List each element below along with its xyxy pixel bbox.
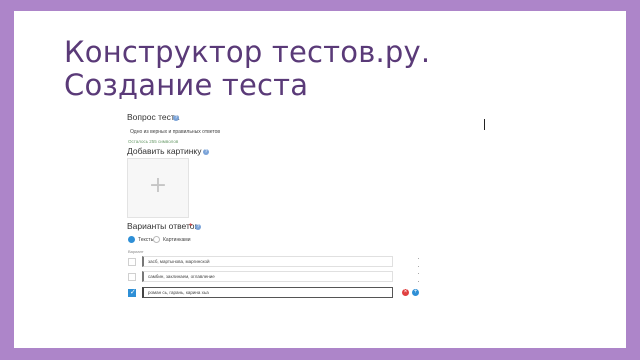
- mode-images-label: Картинками: [163, 237, 191, 243]
- answer-1-input[interactable]: засб, мартынова, маргинской: [142, 256, 393, 267]
- add-image-label: Добавить картинку: [127, 146, 202, 156]
- question-char-hint: Осталось 255 символов: [128, 139, 179, 144]
- add-answer-icon[interactable]: +: [412, 289, 419, 296]
- answer-3-input[interactable]: роман сь, гарань, карина хьа: [142, 287, 393, 298]
- side-marker: [418, 266, 419, 267]
- mode-text-radio[interactable]: [128, 236, 135, 243]
- question-help-icon[interactable]: ?: [173, 115, 179, 121]
- text-cursor: [484, 119, 485, 130]
- answer-2-input[interactable]: самбин, заклинаем, оглавление: [142, 271, 393, 282]
- answers-help-icon[interactable]: ?: [195, 224, 201, 230]
- mode-images-radio[interactable]: [153, 236, 160, 243]
- side-marker: [418, 273, 419, 274]
- side-marker: [418, 281, 419, 282]
- question-label: Вопрос теста: [127, 112, 180, 122]
- required-mark: *: [189, 221, 193, 231]
- delete-answer-icon[interactable]: ×: [402, 289, 409, 296]
- answers-caption: Вариант: [128, 249, 144, 254]
- plus-icon: +: [148, 173, 168, 198]
- side-marker: [418, 258, 419, 259]
- add-image-help-icon[interactable]: ?: [203, 149, 209, 155]
- test-editor-screenshot: Вопрос теста ? Одно из верных и правильн…: [0, 0, 612, 337]
- mode-text-label: Тексты: [138, 237, 155, 243]
- image-upload-box[interactable]: +: [127, 158, 189, 218]
- question-input[interactable]: Одно из верных и правильных ответов: [130, 129, 220, 135]
- answer-2-checkbox[interactable]: [128, 273, 136, 281]
- answer-3-checkbox[interactable]: [128, 288, 136, 297]
- answer-1-checkbox[interactable]: [128, 258, 136, 266]
